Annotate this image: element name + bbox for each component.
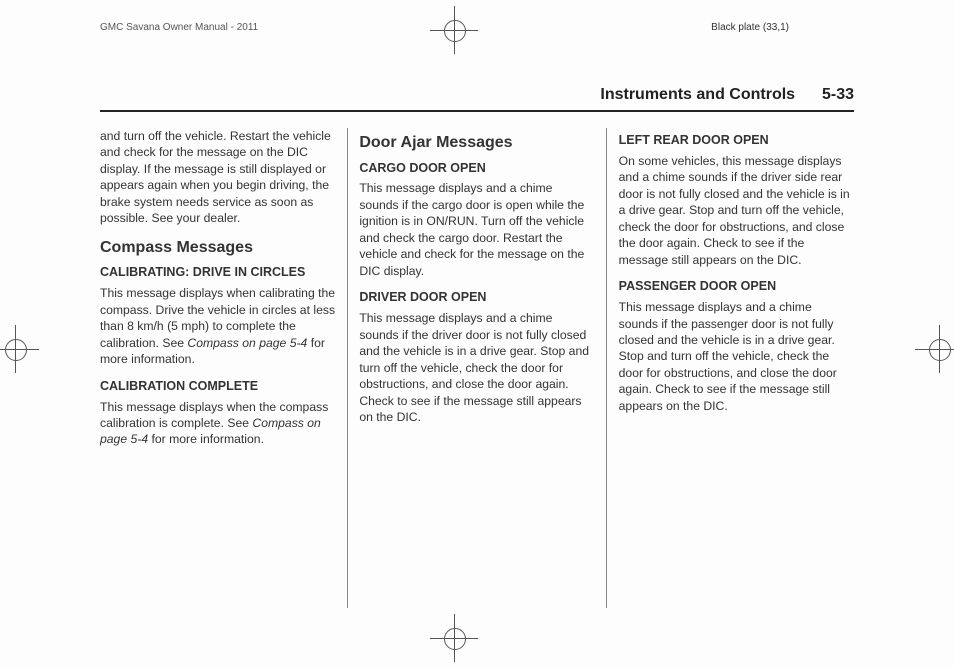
para-calibrating: This message displays when calibrating t… [100,285,335,367]
chapter-header: Instruments and Controls 5-33 [100,86,854,112]
para-passenger-door: This message displays and a chime sounds… [619,299,854,414]
para-driver-door: This message displays and a chime sounds… [359,310,594,425]
body-columns: and turn off the vehicle. Restart the ve… [100,128,854,608]
registration-mark-right [915,325,954,373]
heading-left-rear-door-open: LEFT REAR DOOR OPEN [619,132,854,149]
heading-cargo-door-open: CARGO DOOR OPEN [359,160,594,177]
heading-passenger-door-open: PASSENGER DOOR OPEN [619,278,854,295]
registration-mark-left [0,325,39,373]
registration-mark-bottom [430,614,478,662]
heading-compass-messages: Compass Messages [100,237,335,259]
para-cargo-door: This message displays and a chime sounds… [359,180,594,279]
continuation-paragraph: and turn off the vehicle. Restart the ve… [100,128,335,227]
heading-calibrating: CALIBRATING: DRIVE IN CIRCLES [100,264,335,281]
black-plate-label: Black plate (33,1) [711,22,789,33]
ref-compass-1: Compass on page 5-4 [187,336,307,350]
para-left-rear-door: On some vehicles, this message displays … [619,153,854,268]
manual-title: GMC Savana Owner Manual - 2011 [100,22,258,33]
heading-calibration-complete: CALIBRATION COMPLETE [100,378,335,395]
page-number: 5-33 [822,86,854,103]
heading-driver-door-open: DRIVER DOOR OPEN [359,289,594,306]
heading-door-ajar-messages: Door Ajar Messages [359,132,594,154]
page: GMC Savana Owner Manual - 2011 Black pla… [0,0,954,668]
top-meta-bar: GMC Savana Owner Manual - 2011 Black pla… [0,22,954,46]
para-calibration-complete: This message displays when the compass c… [100,399,335,448]
chapter-title: Instruments and Controls [600,86,795,103]
para-cal-complete-b: for more information. [152,432,264,446]
